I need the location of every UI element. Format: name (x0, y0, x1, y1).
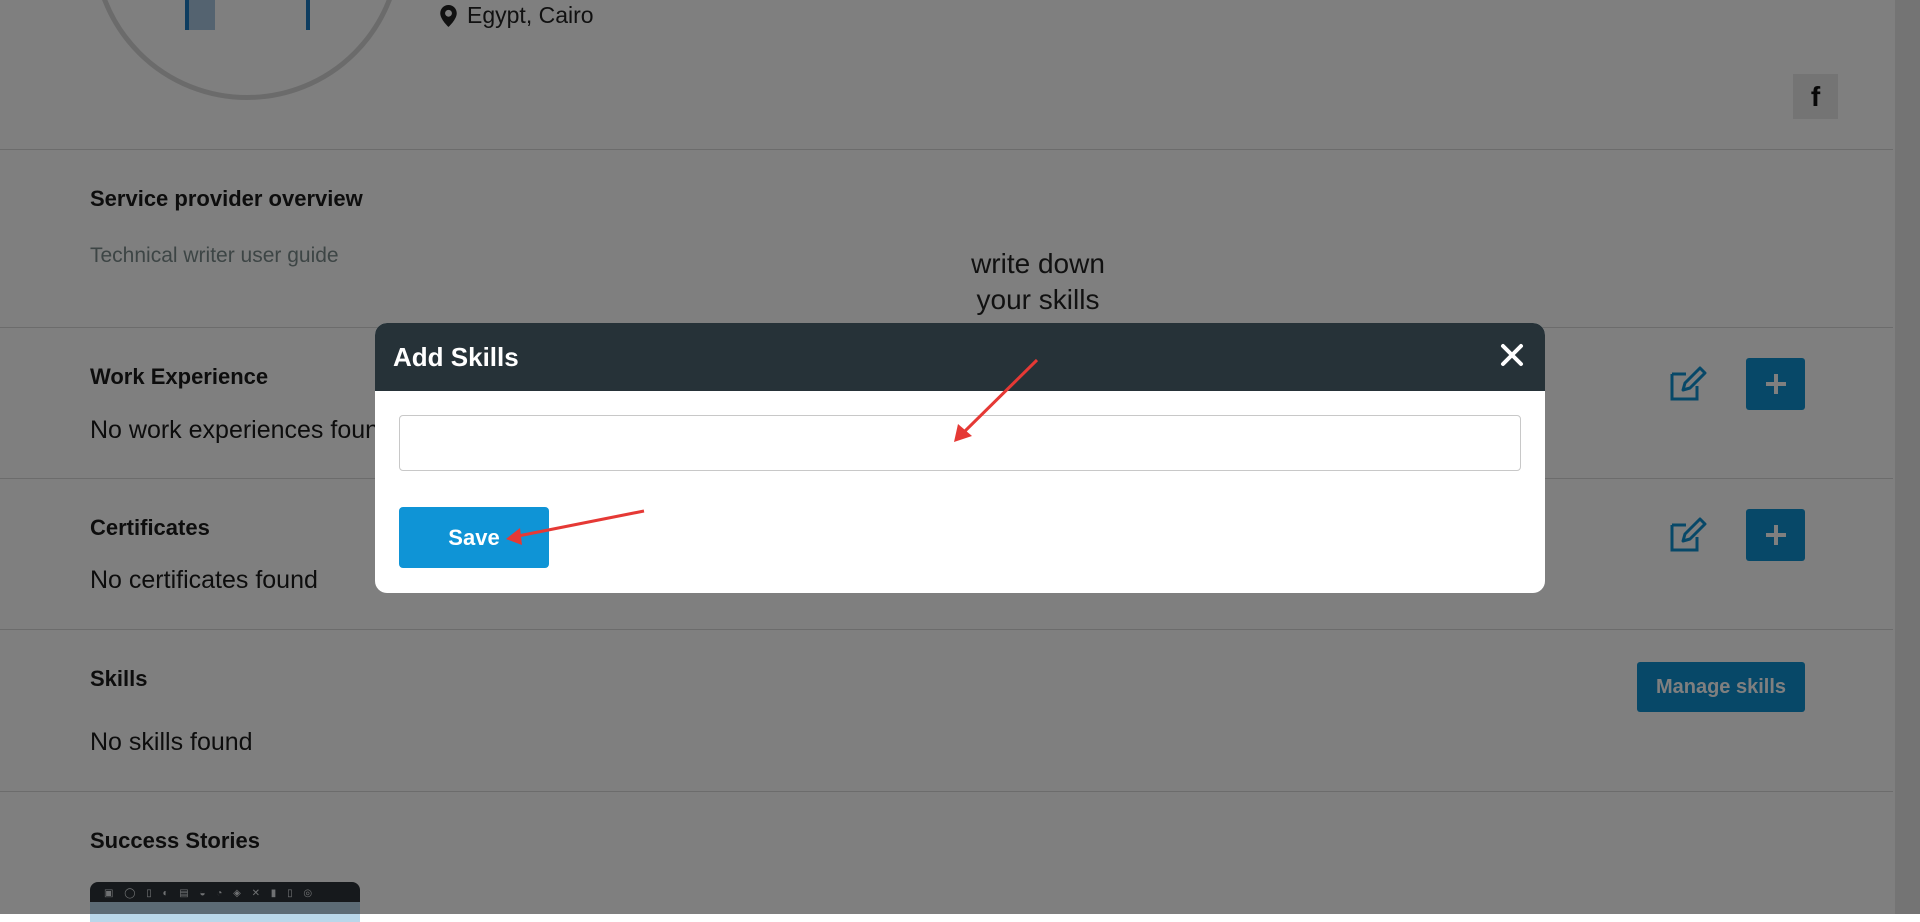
save-button[interactable]: Save (399, 507, 549, 568)
modal-header: Add Skills (375, 323, 1545, 391)
annotation-line-1: write down (971, 248, 1105, 279)
close-icon[interactable] (1500, 343, 1524, 367)
annotation-callout: write down your skills (920, 246, 1156, 318)
skills-input[interactable] (399, 415, 1521, 471)
modal-title: Add Skills (393, 342, 519, 372)
add-skills-modal: Add Skills Save (375, 323, 1545, 593)
annotation-line-2: your skills (976, 284, 1100, 315)
